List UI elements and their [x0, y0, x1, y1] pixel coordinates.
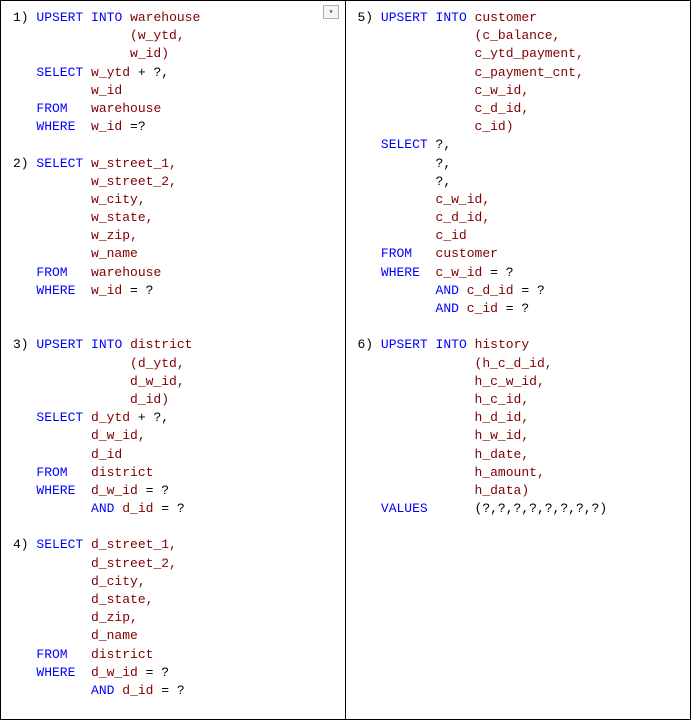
right-column: 5) UPSERT INTO customer (c_balance, c_yt… — [346, 1, 691, 719]
left-column: 1) UPSERT INTO warehouse (w_ytd, w_id) S… — [1, 1, 346, 719]
query-5: 5) UPSERT INTO customer (c_balance, c_yt… — [358, 10, 584, 316]
query-1: 1) UPSERT INTO warehouse (w_ytd, w_id) S… — [13, 10, 200, 134]
code-container: ▾ 1) UPSERT INTO warehouse (w_ytd, w_id)… — [0, 0, 691, 720]
query-3: 3) UPSERT INTO district (d_ytd, d_w_id, … — [13, 337, 193, 516]
query-2: 2) SELECT w_street_1, w_street_2, w_city… — [13, 156, 177, 298]
query-6: 6) UPSERT INTO history (h_c_d_id, h_c_w_… — [358, 337, 608, 516]
query-4: 4) SELECT d_street_1, d_street_2, d_city… — [13, 537, 185, 698]
chevron-down-icon[interactable]: ▾ — [323, 5, 339, 19]
